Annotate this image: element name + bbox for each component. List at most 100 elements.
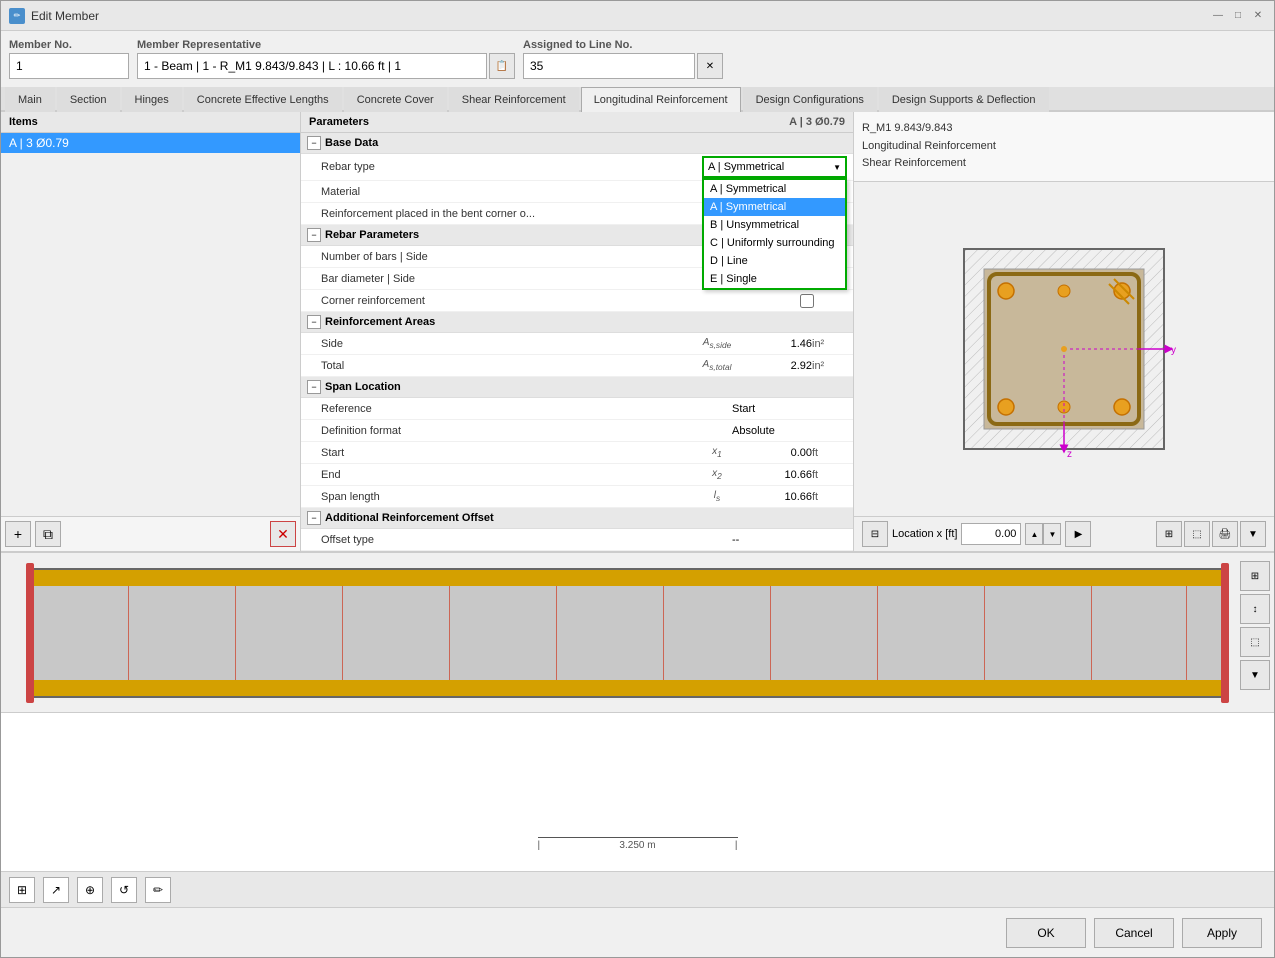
scale-line (538, 837, 738, 838)
member-rep-input[interactable] (137, 53, 487, 79)
viz-toolbar: ⊞ ⬚ 🖨 ▼ (1156, 521, 1266, 547)
location-down-btn[interactable]: ▼ (1043, 523, 1061, 545)
tab-concrete-cover[interactable]: Concrete Cover (344, 87, 447, 112)
param-symbol-span-length: ls (702, 490, 732, 503)
middle-panel: Parameters A | 3 Ø0.79 − Base Data Rebar… (301, 112, 854, 551)
svg-text:z: z (1067, 449, 1072, 460)
status-btn-1[interactable]: ⊞ (9, 877, 35, 903)
rebar-option-e[interactable]: E | Single (704, 270, 845, 288)
member-rep-button[interactable]: 📋 (489, 53, 515, 79)
rebar-line-1 (128, 586, 129, 684)
param-name-side-area: Side (321, 338, 702, 350)
param-value-total-area: 2.92 (732, 360, 812, 372)
corner-reinf-checkbox[interactable] (800, 294, 814, 308)
section-additional-reinf[interactable]: − Additional Reinforcement Offset (301, 508, 853, 529)
section-label-base: Base Data (325, 137, 378, 149)
rebar-option-b[interactable]: B | Unsymmetrical (704, 216, 845, 234)
section-toggle-areas[interactable]: − (307, 315, 321, 329)
tab-concrete-effective[interactable]: Concrete Effective Lengths (184, 87, 342, 112)
apply-button[interactable]: Apply (1182, 918, 1262, 948)
section-toggle-base[interactable]: − (307, 136, 321, 150)
items-header: Items (1, 112, 300, 133)
rebar-option-a2[interactable]: A | Symmetrical (704, 198, 845, 216)
param-unit-start: ft (812, 447, 847, 459)
beam-inner (33, 586, 1222, 684)
param-def-format: Definition format Absolute (301, 420, 853, 442)
beam-toolbar-more[interactable]: ▼ (1240, 660, 1270, 690)
close-button[interactable]: ✕ (1250, 8, 1266, 24)
member-rep-group: Member Representative 📋 (137, 39, 515, 79)
scale-start: | (538, 840, 541, 851)
beam-toolbar-axis[interactable]: ↕ (1240, 594, 1270, 624)
status-btn-5[interactable]: ✏ (145, 877, 171, 903)
bottom-area: ⊞ ↕ ⬚ ▼ | 3.250 m | (1, 551, 1274, 871)
left-panel: Items A | 3 Ø0.79 + ⧉ ✕ (1, 112, 301, 551)
section-reinf-areas[interactable]: − Reinforcement Areas (301, 312, 853, 333)
beam-left-marker (26, 563, 34, 703)
tab-shear[interactable]: Shear Reinforcement (449, 87, 579, 112)
location-label: Location x [ft] (892, 528, 957, 540)
tab-section[interactable]: Section (57, 87, 120, 112)
filter-btn[interactable]: ⊟ (862, 521, 888, 547)
assigned-line-group: Assigned to Line No. ✕ (523, 39, 723, 79)
location-up-btn[interactable]: ▲ (1025, 523, 1043, 545)
section-span-location[interactable]: − Span Location (301, 377, 853, 398)
ok-button[interactable]: OK (1006, 918, 1086, 948)
rebar-option-a1[interactable]: A | Symmetrical (704, 180, 845, 198)
info-line-3: Shear Reinforcement (862, 155, 1266, 173)
status-btn-4[interactable]: ↺ (111, 877, 137, 903)
rebar-type-dropdown-btn[interactable]: A | Symmetrical ▼ (702, 156, 847, 178)
param-name-material: Material (321, 186, 672, 198)
viz-frame-btn[interactable]: ⬚ (1184, 521, 1210, 547)
params-label: Parameters (309, 116, 369, 128)
param-value-def-format: Absolute (732, 425, 847, 437)
add-item-button[interactable]: + (5, 521, 31, 547)
beam-toolbar-grid[interactable]: ⊞ (1240, 561, 1270, 591)
rebar-option-d[interactable]: D | Line (704, 252, 845, 270)
tab-hinges[interactable]: Hinges (122, 87, 182, 112)
tab-design-supports[interactable]: Design Supports & Deflection (879, 87, 1049, 112)
tab-main[interactable]: Main (5, 87, 55, 112)
assigned-line-input[interactable] (523, 53, 695, 79)
cancel-button[interactable]: Cancel (1094, 918, 1174, 948)
params-header: Parameters A | 3 Ø0.79 (301, 112, 853, 133)
copy-item-button[interactable]: ⧉ (35, 521, 61, 547)
rebar-line-7 (770, 586, 771, 684)
param-name-span-length: Span length (321, 491, 702, 503)
member-no-group: Member No. (9, 39, 129, 79)
viz-copy-btn[interactable]: 🖨 (1212, 521, 1238, 547)
minimize-button[interactable]: — (1210, 8, 1226, 24)
location-input[interactable] (961, 523, 1021, 545)
viz-more-btn[interactable]: ▼ (1240, 521, 1266, 547)
status-btn-3[interactable]: ⊕ (77, 877, 103, 903)
rebar-type-dropdown[interactable]: A | Symmetrical ▼ A | Symmetrical A | Sy… (702, 156, 847, 178)
location-next-btn[interactable]: ▶ (1065, 521, 1091, 547)
items-list: A | 3 Ø0.79 (1, 133, 300, 516)
section-toggle-span[interactable]: − (307, 380, 321, 394)
main-window: ✏ Edit Member — □ ✕ Member No. Member Re… (0, 0, 1275, 958)
assigned-line-button[interactable]: ✕ (697, 53, 723, 79)
viz-grid-btn[interactable]: ⊞ (1156, 521, 1182, 547)
beam-right-marker (1221, 563, 1229, 703)
section-toggle-rebar[interactable]: − (307, 228, 321, 242)
window-title: Edit Member (31, 9, 1204, 23)
section-base-data[interactable]: − Base Data (301, 133, 853, 154)
param-value-reference: Start (732, 403, 847, 415)
list-item[interactable]: A | 3 Ø0.79 (1, 133, 300, 153)
beam-toolbar-frame[interactable]: ⬚ (1240, 627, 1270, 657)
rebar-option-c[interactable]: C | Uniformly surrounding (704, 234, 845, 252)
section-toggle-additional[interactable]: − (307, 511, 321, 525)
member-no-input[interactable] (9, 53, 129, 79)
maximize-button[interactable]: □ (1230, 8, 1246, 24)
section-viz: y z (854, 182, 1274, 516)
param-name-bar-diameter: Bar diameter | Side (321, 273, 702, 285)
status-bar: ⊞ ↗ ⊕ ↺ ✏ (1, 871, 1274, 907)
dropdown-arrow-icon: ▼ (833, 163, 841, 172)
tab-longitudinal[interactable]: Longitudinal Reinforcement (581, 87, 741, 112)
status-btn-2[interactable]: ↗ (43, 877, 69, 903)
tab-design-config[interactable]: Design Configurations (743, 87, 877, 112)
delete-item-button[interactable]: ✕ (270, 521, 296, 547)
scale-bar: | 3.250 m | (538, 837, 738, 851)
params-value: A | 3 Ø0.79 (789, 116, 845, 128)
window-icon: ✏ (9, 8, 25, 24)
